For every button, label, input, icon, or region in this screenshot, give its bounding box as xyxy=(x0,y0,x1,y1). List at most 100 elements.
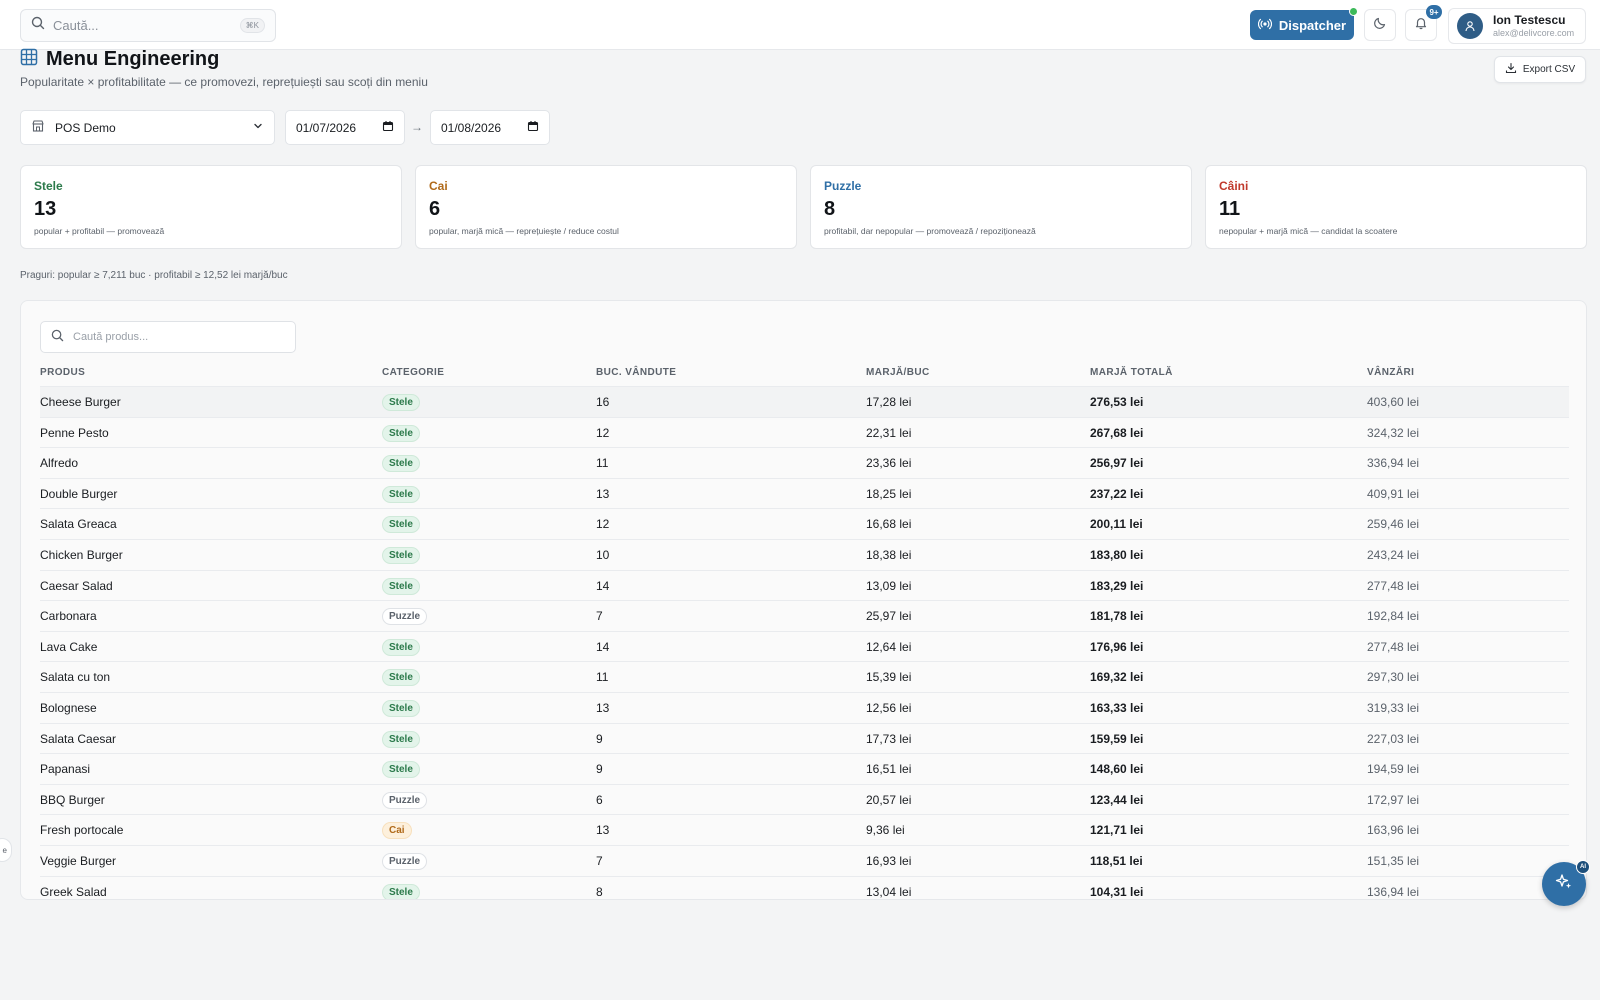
units-sold: 14 xyxy=(596,578,610,593)
product-name: Alfredo xyxy=(40,456,79,471)
broadcast-icon xyxy=(1257,17,1272,34)
total-margin: 104,31 lei xyxy=(1090,884,1144,899)
margin-per-unit: 15,39 lei xyxy=(866,670,912,685)
table-row[interactable]: Greek Salad Stele 8 13,04 lei 104,31 lei 136,… xyxy=(40,875,1569,899)
column-header-marja-buc[interactable]: MARJĂ/BUC xyxy=(866,367,930,378)
page-header: Menu Engineering xyxy=(20,48,219,71)
kpi-label: Stele xyxy=(34,179,63,193)
date-from-input[interactable]: 01/07/2026 xyxy=(285,110,405,145)
margin-per-unit: 13,04 lei xyxy=(866,884,912,899)
column-header-buc-vandute[interactable]: BUC. VÂNDUTE xyxy=(596,367,676,378)
units-sold: 16 xyxy=(596,395,610,409)
table-row[interactable]: Alfredo Stele 11 23,36 lei 256,97 lei 336,94 … xyxy=(40,447,1569,478)
total-margin: 256,97 lei xyxy=(1090,456,1144,471)
table-row[interactable]: Salata Greaca Stele 12 16,68 lei 200,11 lei 2… xyxy=(40,508,1569,539)
units-sold: 6 xyxy=(596,792,603,807)
product-search-input[interactable]: Caută produs... xyxy=(40,321,296,353)
margin-per-unit: 17,28 lei xyxy=(866,395,912,409)
table-row[interactable]: Double Burger Stele 13 18,25 lei 237,22 lei 4… xyxy=(40,477,1569,509)
margin-per-unit: 16,93 lei xyxy=(866,853,912,868)
table-row[interactable]: BBQ Burger Puzzle 6 20,57 lei 123,44 lei 172,… xyxy=(40,783,1569,815)
sales-value: 277,48 lei xyxy=(1367,578,1420,593)
units-sold: 7 xyxy=(596,609,603,624)
table-row[interactable]: Penne Pesto Stele 12 22,31 lei 267,68 lei 324… xyxy=(40,416,1569,448)
dispatcher-label: Dispatcher xyxy=(1278,17,1347,33)
column-header-produs[interactable]: PRODUS xyxy=(40,367,85,378)
table-row[interactable]: Papanasi Stele 9 16,51 lei 148,60 lei 194,59 … xyxy=(40,753,1569,784)
margin-per-unit: 25,97 lei xyxy=(866,609,912,624)
kpi-description: profitabil, dar nepopular — promovează /… xyxy=(824,226,1036,236)
margin-per-unit: 20,57 lei xyxy=(866,792,912,807)
table-row[interactable]: Salata Caesar Stele 9 17,73 lei 159,59 lei 22… xyxy=(40,722,1569,754)
kpi-value: 11 xyxy=(1219,198,1241,220)
total-margin: 181,78 lei xyxy=(1090,609,1144,624)
theme-toggle-button[interactable] xyxy=(1364,9,1396,41)
units-sold: 13 xyxy=(596,486,610,501)
export-csv-button[interactable]: Export CSV xyxy=(1494,56,1586,83)
category-pill: Stele xyxy=(382,730,420,748)
page-subtitle: Popularitate × profitabilitate — ce prom… xyxy=(20,75,428,89)
search-icon xyxy=(31,16,45,35)
total-margin: 267,68 lei xyxy=(1090,425,1144,440)
sales-value: 319,33 lei xyxy=(1367,700,1420,715)
units-sold: 9 xyxy=(596,762,603,777)
margin-per-unit: 17,73 lei xyxy=(866,731,912,746)
chevron-down-icon xyxy=(252,120,264,135)
table-row[interactable]: Carbonara Puzzle 7 25,97 lei 181,78 lei 192,8… xyxy=(40,600,1569,631)
sales-value: 324,32 lei xyxy=(1367,425,1420,440)
dispatcher-button[interactable]: Dispatcher xyxy=(1250,7,1358,40)
category-pill: Stele xyxy=(382,424,420,442)
sidebar-expand-handle[interactable]: e xyxy=(0,838,12,862)
column-header-marja-totala[interactable]: MARJĂ TOTALĂ xyxy=(1090,367,1173,378)
total-margin: 276,53 lei xyxy=(1090,395,1144,409)
ai-assistant-button[interactable]: AI xyxy=(1542,860,1590,906)
total-margin: 169,32 lei xyxy=(1090,670,1144,685)
online-status-dot xyxy=(1349,7,1358,16)
product-name: Salata Caesar xyxy=(40,731,117,746)
sparkle-icon xyxy=(1554,872,1574,897)
sales-value: 336,94 lei xyxy=(1367,456,1420,471)
units-sold: 12 xyxy=(596,425,610,440)
table-row[interactable]: Cheese Burger Stele 16 17,28 lei 276,53 lei 4… xyxy=(40,386,1569,417)
category-pill: Puzzle xyxy=(382,608,428,626)
table-row[interactable]: Caesar Salad Stele 14 13,09 lei 183,29 lei 27… xyxy=(40,569,1569,601)
category-pill: Stele xyxy=(382,883,420,899)
category-pill: Stele xyxy=(382,577,420,595)
product-name: Double Burger xyxy=(40,486,118,501)
date-to-input[interactable]: 01/08/2026 xyxy=(430,110,550,145)
units-sold: 13 xyxy=(596,700,610,715)
table-row[interactable]: Fresh portocale Cai 13 9,36 lei 121,71 lei 16… xyxy=(40,814,1569,845)
sales-value: 136,94 lei xyxy=(1367,884,1420,899)
table-row[interactable]: Veggie Burger Puzzle 7 16,93 lei 118,51 lei 1… xyxy=(40,844,1569,876)
sales-value: 277,48 lei xyxy=(1367,639,1420,654)
table-row[interactable]: Lava Cake Stele 14 12,64 lei 176,96 lei 277,4… xyxy=(40,630,1569,662)
total-margin: 118,51 lei xyxy=(1090,853,1143,868)
total-margin: 123,44 lei xyxy=(1090,792,1144,807)
margin-per-unit: 16,68 lei xyxy=(866,517,912,532)
user-menu[interactable]: Ion Testescu alex@delivcore.com xyxy=(1448,8,1586,44)
sales-value: 172,97 lei xyxy=(1367,792,1420,807)
notifications-count-badge: 9+ xyxy=(1426,5,1442,19)
margin-per-unit: 18,38 lei xyxy=(866,547,912,562)
category-pill: Stele xyxy=(382,455,420,473)
date-from-value: 01/07/2026 xyxy=(296,120,357,135)
sales-value: 151,35 lei xyxy=(1367,853,1420,868)
product-name: Lava Cake xyxy=(40,639,98,654)
product-search-placeholder: Caută produs... xyxy=(73,331,149,343)
sales-value: 227,03 lei xyxy=(1367,731,1420,746)
table-row[interactable]: Bolognese Stele 13 12,56 lei 163,33 lei 319,3… xyxy=(40,691,1569,723)
product-name: Salata Greaca xyxy=(40,517,117,532)
total-margin: 163,33 lei xyxy=(1090,700,1144,715)
product-name: Caesar Salad xyxy=(40,578,113,593)
kpi-value: 13 xyxy=(34,198,57,220)
column-header-vanzari[interactable]: VÂNZĂRI xyxy=(1367,367,1414,378)
moon-icon xyxy=(1373,16,1387,35)
global-search-input[interactable]: Caută... ⌘K xyxy=(20,9,276,42)
units-sold: 10 xyxy=(596,547,610,562)
column-header-categorie[interactable]: CATEGORIE xyxy=(382,367,444,378)
margin-per-unit: 12,64 lei xyxy=(866,639,912,654)
notifications-button[interactable]: 9+ xyxy=(1405,5,1442,41)
table-row[interactable]: Salata cu ton Stele 11 15,39 lei 169,32 lei 2… xyxy=(40,661,1569,692)
table-row[interactable]: Chicken Burger Stele 10 18,38 lei 183,80 lei… xyxy=(40,538,1569,570)
store-select[interactable]: POS Demo xyxy=(20,110,275,145)
